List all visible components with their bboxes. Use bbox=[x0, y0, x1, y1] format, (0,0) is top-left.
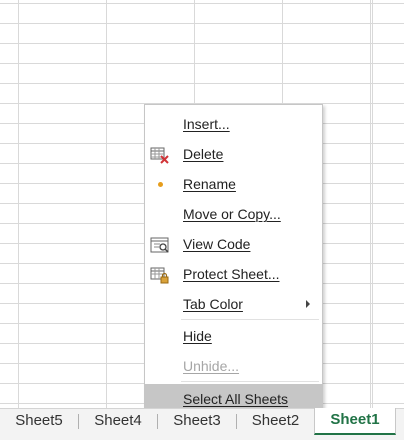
menu-item-label: Insert... bbox=[183, 116, 230, 132]
sheet-tab-label: Sheet4 bbox=[94, 412, 142, 429]
menu-item-unhide: Unhide... bbox=[145, 351, 322, 381]
menu-item-move-or-copy[interactable]: Move or Copy... bbox=[145, 199, 322, 229]
menu-item-delete[interactable]: Delete bbox=[145, 139, 322, 169]
protect-sheet-icon bbox=[150, 265, 170, 284]
menu-item-view-code[interactable]: View Code bbox=[145, 229, 322, 259]
sheet-tab-label: Sheet1 bbox=[330, 411, 380, 428]
menu-item-label: Hide bbox=[183, 328, 212, 344]
menu-item-label: Unhide... bbox=[183, 358, 240, 374]
menu-item-label: Move or Copy... bbox=[183, 206, 281, 222]
menu-item-label: Tab Color bbox=[183, 296, 243, 312]
column-divider bbox=[372, 0, 373, 408]
menu-item-label: Rename bbox=[183, 176, 236, 192]
sheet-tab-label: Sheet2 bbox=[251, 412, 300, 429]
delete-sheet-icon bbox=[150, 145, 170, 164]
sheet-tab-label: Sheet5 bbox=[15, 412, 63, 429]
sheet-tab-label: Sheet3 bbox=[173, 412, 221, 429]
sheet-tab-active[interactable]: Sheet1 bbox=[314, 408, 396, 435]
menu-item-hide[interactable]: Hide bbox=[145, 321, 322, 351]
menu-separator bbox=[181, 381, 319, 382]
view-code-icon bbox=[150, 235, 170, 253]
menu-item-label: View Code bbox=[183, 236, 251, 252]
sheet-tab[interactable]: Sheet4 bbox=[79, 409, 157, 433]
menu-item-label: Delete bbox=[183, 146, 224, 162]
menu-item-tab-color[interactable]: Tab Color bbox=[145, 289, 322, 319]
menu-item-insert[interactable]: Insert... bbox=[145, 109, 322, 139]
sheet-tab-context-menu: Insert... Delete Rename Move or Copy... bbox=[144, 104, 323, 416]
menu-separator bbox=[181, 319, 319, 320]
menu-item-label: Protect Sheet... bbox=[183, 266, 280, 282]
orange-dot-icon bbox=[158, 182, 163, 187]
sheet-tab[interactable]: Sheet5 bbox=[0, 409, 78, 433]
sheet-tab[interactable]: Sheet2 bbox=[237, 409, 314, 433]
submenu-arrow-icon bbox=[306, 300, 310, 308]
menu-item-protect-sheet[interactable]: Protect Sheet... bbox=[145, 259, 322, 289]
sheet-tab-bar: Sheet5 Sheet4 Sheet3 Sheet2 Sheet1 bbox=[0, 408, 404, 440]
sheet-tab[interactable]: Sheet3 bbox=[158, 409, 236, 433]
menu-item-rename[interactable]: Rename bbox=[145, 169, 322, 199]
